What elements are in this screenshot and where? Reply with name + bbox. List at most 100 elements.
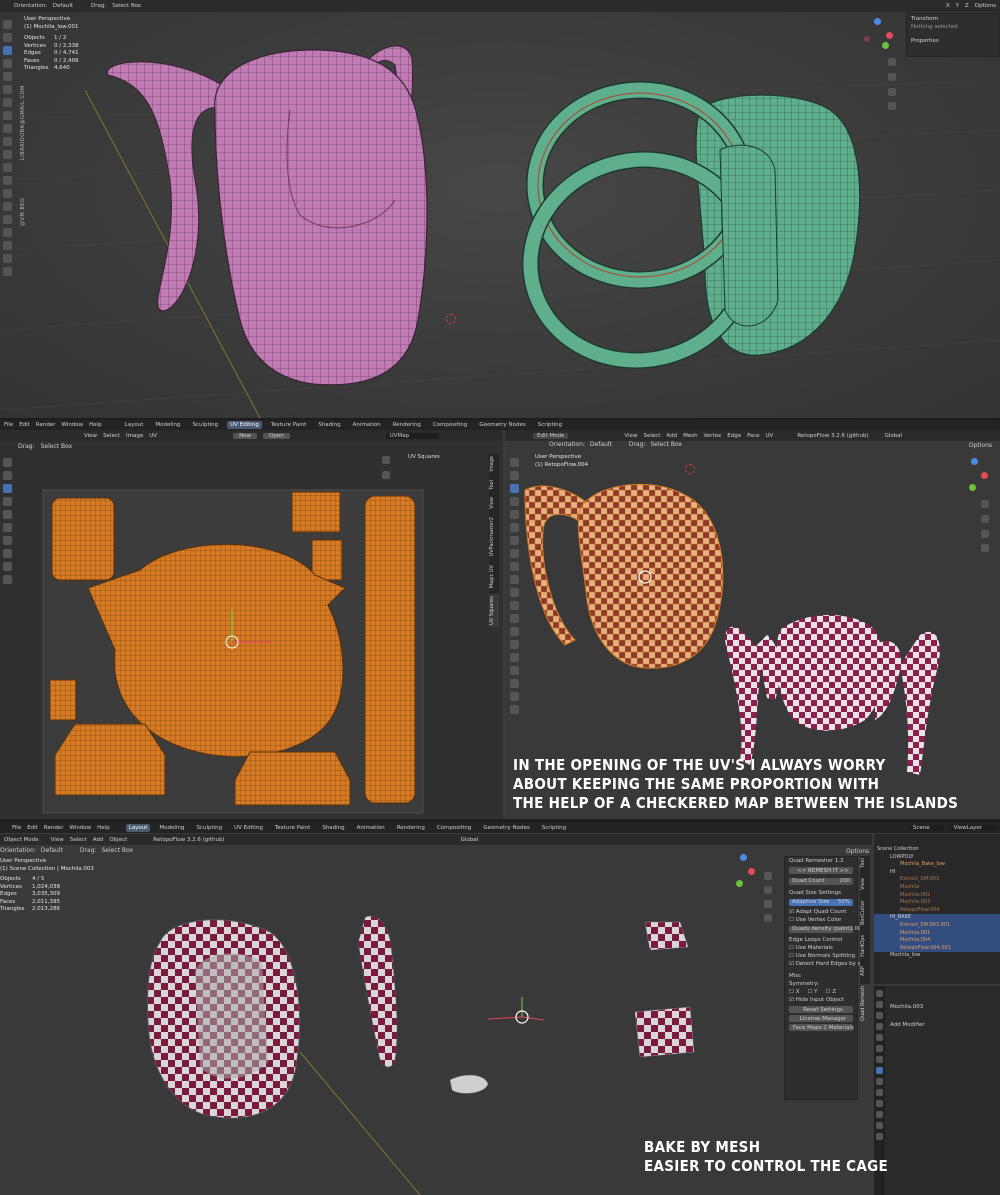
render-properties-icon[interactable]	[876, 1001, 883, 1008]
outliner-item[interactable]: Mochila.001	[874, 929, 1000, 938]
modifier-properties-icon[interactable]	[876, 1067, 883, 1074]
tab-modeling[interactable]: Modeling	[152, 421, 183, 429]
symmetry-y-checkbox[interactable]: ☐ Y	[807, 988, 817, 996]
scene-collection-row[interactable]: Scene Collection	[874, 846, 1000, 854]
zoom-icon[interactable]	[764, 872, 772, 880]
tab-animation[interactable]: Animation	[350, 421, 384, 429]
tab-rendering[interactable]: Rendering	[390, 421, 424, 429]
tab-uv-editing[interactable]: UV Editing	[227, 421, 262, 429]
zoom-icon[interactable]	[888, 58, 896, 66]
outliner-item[interactable]: Mochila_low	[874, 952, 1000, 960]
use-vertex-color-checkbox[interactable]: ☐ Use Vertex Color	[785, 916, 857, 924]
uv-zoom-icon[interactable]	[382, 456, 390, 464]
world-properties-icon[interactable]	[876, 1045, 883, 1052]
camera-icon[interactable]	[888, 88, 896, 96]
tab-compositing[interactable]: Compositing	[430, 421, 470, 429]
outliner-item[interactable]: HI	[874, 869, 1000, 877]
grid-ortho-icon[interactable]	[981, 544, 989, 552]
material-properties-icon[interactable]	[876, 1122, 883, 1129]
adapt-quad-count-checkbox[interactable]: ☑ Adapt Quad Count	[785, 908, 857, 916]
scene-properties-icon[interactable]	[876, 1034, 883, 1041]
outliner-item[interactable]: Mochila	[874, 884, 1000, 892]
view-layer-icon[interactable]	[876, 1023, 883, 1030]
menu-render[interactable]: Render	[36, 422, 56, 428]
hide-input-object-checkbox[interactable]: ☑ Hide Input Object	[785, 996, 857, 1004]
menu-help[interactable]: Help	[89, 422, 102, 428]
tab-magic-uv[interactable]: Magic UV	[489, 563, 499, 590]
tab-shading[interactable]: Shading	[315, 421, 343, 429]
outliner-item[interactable]: Extract_SM.003	[874, 876, 1000, 884]
gizmo-z-axis-icon[interactable]	[740, 854, 747, 861]
tab-tool[interactable]: Tool	[860, 856, 870, 870]
symmetry-z-checkbox[interactable]: ☐ Z	[826, 988, 836, 996]
data-properties-icon[interactable]	[876, 1111, 883, 1118]
gizmo-z-axis-icon[interactable]	[971, 458, 978, 465]
outliner-item[interactable]: Mochila_Bake_low	[874, 861, 1000, 869]
tab-uvpackmaster[interactable]: UVPackmaster2	[489, 515, 499, 558]
uv-pan-hand-icon[interactable]	[382, 471, 390, 479]
misc-header[interactable]: Misc	[785, 972, 857, 980]
output-properties-icon[interactable]	[876, 1012, 883, 1019]
grid-ortho-icon[interactable]	[764, 914, 772, 922]
outliner-item[interactable]: Mochila.002	[874, 892, 1000, 900]
options-menu[interactable]: Options	[846, 848, 869, 855]
outliner-item[interactable]: RetopoFlow.004	[874, 907, 1000, 915]
edge-loops-control-header[interactable]: Edge Loops Control	[785, 936, 857, 944]
camera-icon[interactable]	[981, 530, 989, 538]
tab-arp[interactable]: ARP	[860, 964, 870, 978]
gizmo-y-axis-icon[interactable]	[969, 484, 976, 491]
quads-density-field[interactable]: Quads density (paint 1.00	[789, 926, 862, 933]
navigation-gizmo[interactable]	[860, 18, 896, 54]
tab-quad-remesh[interactable]: Quad Remesh	[860, 984, 870, 1024]
outliner-item[interactable]: Mochila.003	[874, 899, 1000, 907]
tab-geometry-nodes[interactable]: Geometry Nodes	[476, 421, 528, 429]
license-manager-button[interactable]: License Manager	[789, 1015, 853, 1022]
3d-cursor-icon[interactable]	[685, 464, 695, 474]
tab-boxcutter[interactable]: BoxCutter	[860, 898, 870, 927]
particles-icon[interactable]	[876, 1078, 883, 1085]
menu-edit[interactable]: Edit	[19, 422, 30, 428]
tab-view[interactable]: View	[860, 876, 870, 892]
tab-uv-squares[interactable]: UV Squares	[489, 594, 499, 627]
gizmo-x-axis-icon[interactable]	[748, 868, 755, 875]
physics-icon[interactable]	[876, 1089, 883, 1096]
camera-icon[interactable]	[764, 900, 772, 908]
add-modifier-button[interactable]: Add Modifier	[890, 1022, 925, 1028]
object-properties-icon[interactable]	[876, 1056, 883, 1063]
menu-file[interactable]: File	[4, 422, 13, 428]
outliner-item[interactable]: HI_BAKE	[874, 914, 1000, 922]
pan-hand-icon[interactable]	[981, 515, 989, 523]
quad-size-settings-header[interactable]: Quad Size Settings	[785, 889, 857, 897]
pan-hand-icon[interactable]	[888, 73, 896, 81]
gizmo-x-axis-icon[interactable]	[886, 32, 893, 39]
properties-header[interactable]: Properties	[907, 37, 999, 45]
quad-count-row[interactable]: Quad Count 200	[789, 878, 853, 885]
face-maps-button[interactable]: Face Maps 2 Materials	[789, 1024, 854, 1031]
gizmo-y-axis-icon[interactable]	[882, 42, 889, 49]
outliner-item[interactable]: LOWPOLY	[874, 854, 1000, 862]
zoom-icon[interactable]	[981, 500, 989, 508]
navigation-gizmo[interactable]	[955, 458, 991, 494]
transform-header[interactable]: Transform	[907, 15, 999, 23]
reset-settings-button[interactable]: Reset Settings	[789, 1006, 853, 1013]
view-layer-selector[interactable]: ViewLayer	[949, 824, 996, 831]
adaptive-size-slider[interactable]: Adaptive Size 50%	[789, 899, 853, 906]
use-materials-checkbox[interactable]: ☐ Use Materials	[785, 944, 857, 952]
navigation-gizmo[interactable]	[722, 854, 758, 890]
tab-scripting[interactable]: Scripting	[535, 421, 565, 429]
gizmo-y-axis-icon[interactable]	[736, 880, 743, 887]
gizmo-x-axis-icon[interactable]	[981, 472, 988, 479]
scene-selector[interactable]: Scene	[908, 824, 944, 831]
tab-sculpting[interactable]: Sculpting	[189, 421, 221, 429]
outliner-item[interactable]: Extract_SM.003.001	[874, 921, 1000, 930]
3d-cursor-icon[interactable]	[446, 314, 456, 324]
symmetry-x-checkbox[interactable]: ☐ X	[789, 988, 799, 996]
grid-ortho-icon[interactable]	[888, 102, 896, 110]
outliner-item[interactable]: RetopoFlow.004.001	[874, 944, 1000, 953]
tab-texture-paint[interactable]: Texture Paint	[268, 421, 310, 429]
pan-hand-icon[interactable]	[764, 886, 772, 894]
use-normals-splitting-checkbox[interactable]: ☐ Use Normals Splitting	[785, 952, 857, 960]
tool-properties-icon[interactable]	[876, 990, 883, 997]
remesh-it-button[interactable]: << REMESH IT >>	[789, 867, 853, 874]
menu-window[interactable]: Window	[61, 422, 83, 428]
